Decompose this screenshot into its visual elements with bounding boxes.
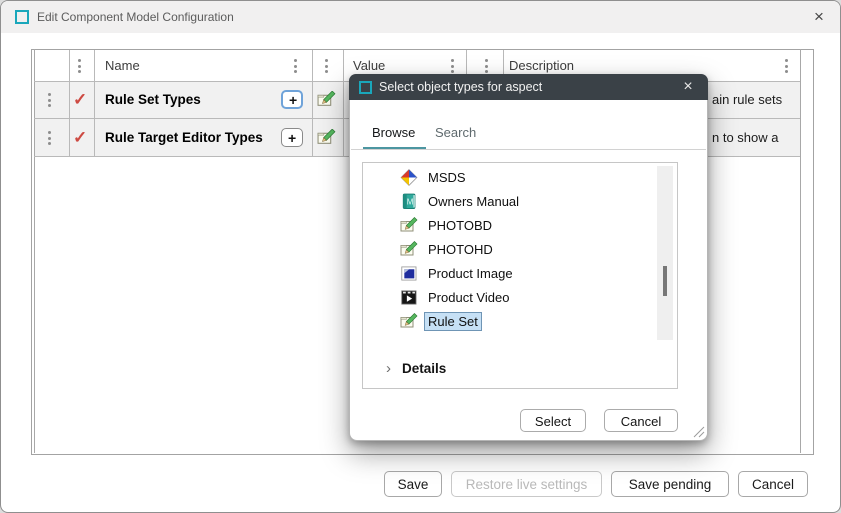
dialog-title: Select object types for aspect xyxy=(379,74,542,100)
list-item-rule-set[interactable]: Rule Set xyxy=(363,310,677,334)
column-menu-icon[interactable] xyxy=(485,59,488,73)
list-item-product-image[interactable]: Product Image xyxy=(363,262,677,286)
column-menu-icon[interactable] xyxy=(325,59,328,73)
dialog-icon xyxy=(359,81,372,94)
window-titlebar: Edit Component Model Configuration × xyxy=(1,1,840,33)
column-menu-icon[interactable] xyxy=(294,59,297,73)
list-item-msds[interactable]: MSDS xyxy=(363,166,677,190)
save-pending-button[interactable]: Save pending xyxy=(611,471,729,497)
grid-left-border xyxy=(34,49,35,453)
dialog-titlebar: Select object types for aspect × xyxy=(349,74,708,100)
list-item-product-video[interactable]: Product Video xyxy=(363,286,677,310)
product-image-icon xyxy=(400,265,418,282)
tabs-divider xyxy=(351,149,706,150)
dialog-cancel-button[interactable]: Cancel xyxy=(604,409,678,432)
window-close-icon[interactable]: × xyxy=(807,6,831,28)
list-scrollbar-thumb[interactable] xyxy=(663,266,667,296)
chevron-right-icon: › xyxy=(386,360,391,377)
owners-manual-icon xyxy=(400,193,418,210)
column-menu-icon[interactable] xyxy=(785,59,788,73)
window-title: Edit Component Model Configuration xyxy=(37,1,234,33)
list-scrollbar[interactable] xyxy=(657,166,673,340)
add-button[interactable]: + xyxy=(281,90,303,109)
column-divider xyxy=(312,50,313,157)
row-name-rule-set-types: Rule Set Types xyxy=(105,92,201,107)
select-button[interactable]: Select xyxy=(520,409,586,432)
restore-live-settings-button[interactable]: Restore live settings xyxy=(451,471,602,497)
app-icon xyxy=(15,10,29,24)
row-enabled-check-icon[interactable]: ✓ xyxy=(73,128,87,148)
edit-value-icon[interactable] xyxy=(317,129,336,146)
name-column-header: Name xyxy=(105,50,140,81)
tab-browse[interactable]: Browse xyxy=(372,121,415,145)
column-divider xyxy=(343,50,344,157)
list-item-photohd[interactable]: PHOTOHD xyxy=(363,238,677,262)
grid-right-border xyxy=(800,49,801,453)
column-divider xyxy=(94,50,95,157)
document-edit-icon xyxy=(400,217,418,234)
object-type-list: MSDS Owners Manual PHOTOBD PHOTOHD Produ… xyxy=(362,162,678,389)
details-label: Details xyxy=(402,361,446,376)
column-menu-icon[interactable] xyxy=(451,59,454,73)
save-button[interactable]: Save xyxy=(384,471,442,497)
msds-icon xyxy=(400,169,418,186)
select-object-types-dialog: Select object types for aspect × Browse … xyxy=(349,74,708,441)
product-video-icon xyxy=(400,289,418,306)
row-enabled-check-icon[interactable]: ✓ xyxy=(73,90,87,110)
list-item-photobd[interactable]: PHOTOBD xyxy=(363,214,677,238)
edit-value-icon[interactable] xyxy=(317,91,336,108)
add-button[interactable]: + xyxy=(281,128,303,147)
tab-search[interactable]: Search xyxy=(435,121,476,145)
dialog-close-icon[interactable]: × xyxy=(676,76,700,98)
row-drag-handle-icon[interactable] xyxy=(48,93,51,107)
column-menu-icon[interactable] xyxy=(78,59,81,73)
column-divider xyxy=(69,50,70,157)
cancel-button[interactable]: Cancel xyxy=(738,471,808,497)
row-description-fragment: ain rule sets xyxy=(712,92,782,107)
list-item-owners-manual[interactable]: Owners Manual xyxy=(363,190,677,214)
edit-component-model-window: Edit Component Model Configuration × Nam… xyxy=(0,0,841,513)
row-drag-handle-icon[interactable] xyxy=(48,131,51,145)
document-edit-icon xyxy=(400,313,418,330)
document-edit-icon xyxy=(400,241,418,258)
resize-grip[interactable] xyxy=(691,424,705,438)
row-name-rule-target-editor-types: Rule Target Editor Types xyxy=(105,130,263,145)
row-description-fragment: n to show a xyxy=(712,130,779,145)
